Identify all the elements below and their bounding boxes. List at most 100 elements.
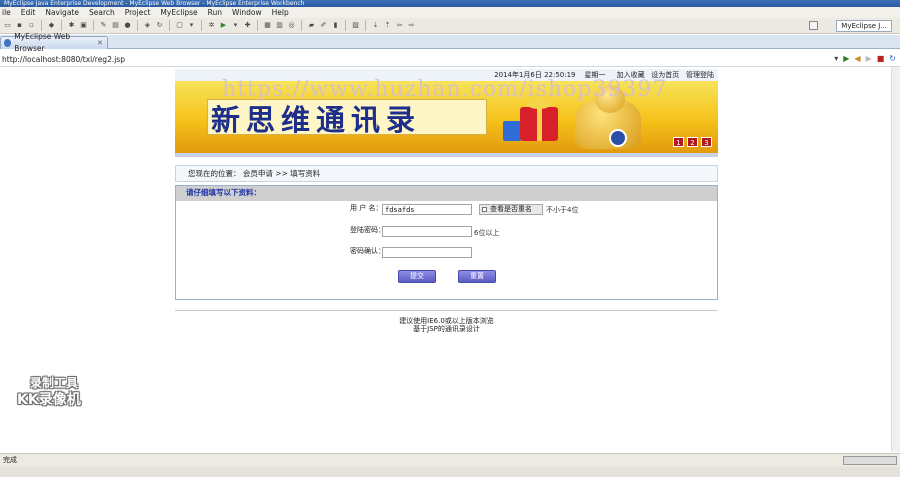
toolbar-divider <box>41 20 42 31</box>
dropdown-icon[interactable]: ▾ <box>187 21 196 30</box>
username-hint: 不小于4位 <box>546 206 579 214</box>
toolbar-divider <box>169 20 170 31</box>
refresh-icon[interactable]: ↻ <box>889 54 896 63</box>
browser-globe-icon <box>4 39 12 47</box>
run-icon[interactable]: ▶ <box>219 21 228 30</box>
password-hint: 6位以上 <box>474 229 500 237</box>
breadcrumb-prefix: 您现在的位置： <box>188 169 241 178</box>
menu-item-edit[interactable]: Edit <box>21 7 36 18</box>
banner-number-1[interactable]: 1 <box>673 137 684 147</box>
open-type-icon[interactable]: ◈ <box>143 21 152 30</box>
edit-icon[interactable]: ✎ <box>99 21 108 30</box>
vertical-scrollbar[interactable] <box>891 67 900 452</box>
menu-item-run[interactable]: Run <box>208 7 222 18</box>
menu-item-window[interactable]: Window <box>232 7 262 18</box>
book-icon[interactable]: ▮ <box>331 21 340 30</box>
editor-tab-strip: MyEclipse Web Browser ✕ <box>0 32 900 53</box>
status-text: 完成 <box>3 456 17 464</box>
forward-icon[interactable]: ▶ <box>866 54 872 63</box>
stop-icon[interactable]: ■ <box>877 54 885 63</box>
admin-login-link[interactable]: 管理登陆 <box>686 71 714 79</box>
password-label: 登陆密码： <box>350 226 385 234</box>
menu-bar: ile Edit Navigate Search Project MyEclip… <box>0 7 900 18</box>
coverage-icon[interactable]: ✚ <box>243 21 252 30</box>
banner-divider <box>175 153 718 157</box>
banner-title: 新思维通讯录 <box>211 103 422 137</box>
url-watermark: https://www.huzhan.com/ishop39397 <box>222 77 668 102</box>
back-icon[interactable]: ⇦ <box>395 21 404 30</box>
banner-number-2[interactable]: 2 <box>687 137 698 147</box>
window-icon[interactable]: ▢ <box>175 21 184 30</box>
reset-button[interactable]: 重置 <box>458 270 496 283</box>
breadcrumb: 您现在的位置： 会员申请 >> 填写资料 <box>175 165 718 182</box>
globe-icon[interactable]: ● <box>123 21 132 30</box>
save-icon[interactable]: ▪ <box>15 21 24 30</box>
menu-item-search[interactable]: Search <box>89 7 115 18</box>
settings-icon[interactable]: ✱ <box>67 21 76 30</box>
grid-icon[interactable]: ▦ <box>263 21 272 30</box>
progress-indicator <box>843 456 897 465</box>
tab-web-browser[interactable]: MyEclipse Web Browser ✕ <box>0 32 108 53</box>
dropdown-arrow-icon[interactable]: ▾ <box>834 54 838 63</box>
server-icon[interactable]: ▤ <box>111 21 120 30</box>
check-duplicate-label: 查看是否重名 <box>490 205 532 213</box>
breadcrumb-separator: >> <box>275 169 291 178</box>
menu-item-project[interactable]: Project <box>125 7 151 18</box>
username-field[interactable] <box>382 204 472 215</box>
address-bar: ▾ ▶ ◀ ▶ ■ ↻ <box>0 52 900 67</box>
build-icon[interactable]: ◆ <box>47 21 56 30</box>
workbench-bottom-strip <box>0 467 900 477</box>
window-title: MyEclipse Java Enterprise Development - … <box>0 0 900 7</box>
external-tools-icon[interactable]: ▾ <box>231 21 240 30</box>
banner-number-3[interactable]: 3 <box>701 137 712 147</box>
status-bar: 完成 <box>0 453 900 467</box>
check-duplicate-button[interactable]: 查看是否重名 <box>479 204 543 215</box>
debug-icon[interactable]: ✲ <box>207 21 216 30</box>
browser-nav-buttons: ▾ ▶ ◀ ▶ ■ ↻ <box>834 54 896 63</box>
gift-ribbon <box>537 107 542 141</box>
confirm-password-label: 密码确认： <box>350 247 385 255</box>
username-label: 用 户 名： <box>350 204 383 212</box>
gift-box-small <box>503 121 521 141</box>
submit-button[interactable]: 提交 <box>398 270 436 283</box>
menu-item-file[interactable]: ile <box>2 7 11 18</box>
close-icon[interactable]: ✕ <box>97 37 103 49</box>
target-icon[interactable]: ◎ <box>287 21 296 30</box>
perspective-button[interactable]: MyEclipse J... <box>836 20 892 32</box>
layout-icon[interactable]: ▧ <box>351 21 360 30</box>
folder-icon[interactable]: ▰ <box>307 21 316 30</box>
toolbar-divider <box>61 20 62 31</box>
registration-form: 请仔细填写以下资料： 用 户 名： 查看是否重名 不小于4位 登陆密码： 6位以… <box>175 185 718 300</box>
next-annotation-icon[interactable]: ⇣ <box>371 21 380 30</box>
breadcrumb-current: 填写资料 <box>290 169 321 178</box>
back-icon[interactable]: ◀ <box>854 54 860 63</box>
breadcrumb-section[interactable]: 会员申请 <box>243 169 273 178</box>
checkbox-icon <box>482 207 487 212</box>
print-icon[interactable]: ▫ <box>27 21 36 30</box>
footer-divider <box>175 310 718 311</box>
prev-annotation-icon[interactable]: ⇡ <box>383 21 392 30</box>
toolbar-divider <box>345 20 346 31</box>
form-heading: 请仔细填写以下资料： <box>176 186 717 201</box>
menu-item-navigate[interactable]: Navigate <box>45 7 79 18</box>
password-field[interactable] <box>382 226 472 237</box>
open-perspective-icon[interactable] <box>809 21 818 30</box>
go-icon[interactable]: ▶ <box>843 54 849 63</box>
forward-icon[interactable]: ⇨ <box>407 21 416 30</box>
toolbar-divider <box>365 20 366 31</box>
main-toolbar: ▭ ▪ ▫ ◆ ✱ ▣ ✎ ▤ ● ◈ ↻ ▢ ▾ ✲ ▶ ▾ ✚ ▦ ▥ ◎ … <box>0 18 900 34</box>
confirm-password-field[interactable] <box>382 247 472 258</box>
footer-project-note: 基于JSP的通讯录设计 <box>413 325 480 333</box>
mascot-badge-icon <box>609 129 627 147</box>
toolbar-divider <box>257 20 258 31</box>
menu-item-myeclipse[interactable]: MyEclipse <box>160 7 197 18</box>
menu-item-help[interactable]: Help <box>272 7 289 18</box>
table-icon[interactable]: ▥ <box>275 21 284 30</box>
new-icon[interactable]: ▭ <box>3 21 12 30</box>
toolbar-divider <box>137 20 138 31</box>
pencil-icon[interactable]: ✐ <box>319 21 328 30</box>
deploy-icon[interactable]: ▣ <box>79 21 88 30</box>
refresh-icon[interactable]: ↻ <box>155 21 164 30</box>
url-input[interactable] <box>2 53 782 65</box>
recorder-watermark-line2: KK录像机 <box>17 392 81 408</box>
